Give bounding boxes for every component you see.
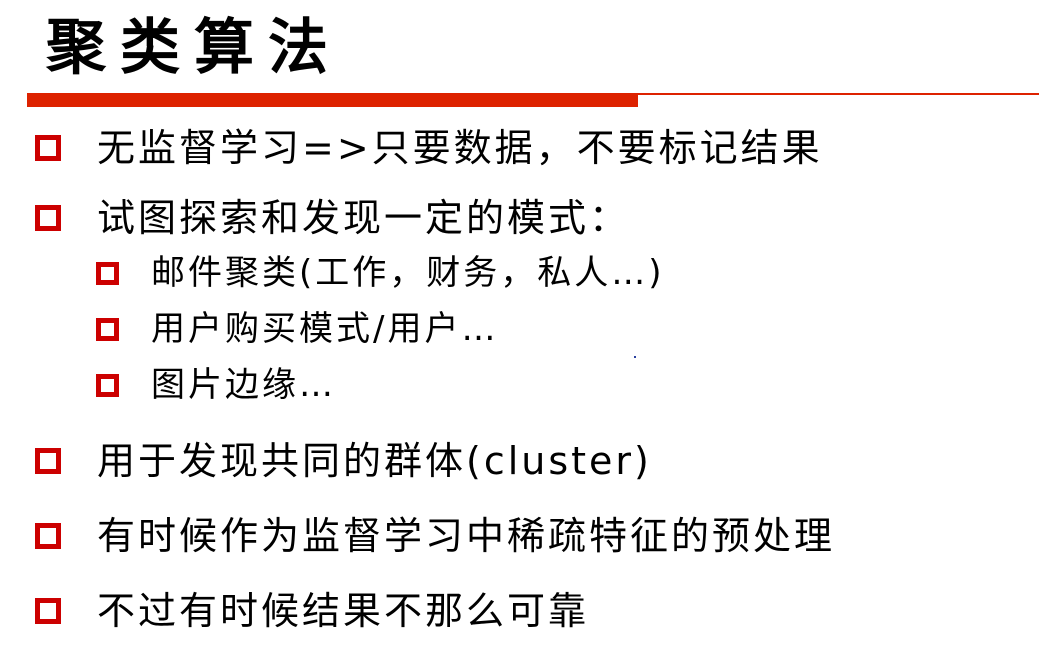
sub-bullet-purchase-patterns: 用户购买模式/用户…	[96, 307, 498, 351]
sub-bullet-email-clustering: 邮件聚类(工作，财务，私人…)	[96, 251, 665, 295]
square-bullet-icon	[96, 261, 119, 285]
slide-title: 聚类算法	[46, 13, 342, 83]
sub-bullet-text: 用户购买模式/用户…	[151, 309, 499, 349]
bullet-text: 不过有时候结果不那么可靠	[97, 589, 590, 633]
bullet-text: 无监督学习=>只要数据，不要标记结果	[97, 126, 823, 170]
square-bullet-icon	[35, 135, 61, 161]
bullet-unreliable: 不过有时候结果不那么可靠	[35, 587, 589, 635]
bullet-unsupervised: 无监督学习=>只要数据，不要标记结果	[35, 124, 823, 172]
square-bullet-icon	[96, 317, 119, 341]
square-bullet-icon	[96, 373, 119, 397]
square-bullet-icon	[35, 448, 61, 474]
title-underline-thick	[27, 93, 638, 107]
bullet-find-clusters: 用于发现共同的群体(cluster)	[35, 437, 652, 485]
bullet-text: 有时候作为监督学习中稀疏特征的预处理	[97, 514, 836, 558]
sub-bullet-text: 邮件聚类(工作，财务，私人…)	[151, 253, 665, 293]
bullet-text: 用于发现共同的群体(cluster)	[97, 439, 652, 483]
square-bullet-icon	[35, 205, 61, 231]
stray-dot	[634, 356, 636, 358]
sub-bullet-image-edges: 图片边缘…	[96, 363, 336, 407]
square-bullet-icon	[35, 523, 61, 549]
square-bullet-icon	[35, 598, 61, 624]
bullet-preprocessing: 有时候作为监督学习中稀疏特征的预处理	[35, 512, 835, 560]
sub-bullet-text: 图片边缘…	[151, 365, 336, 405]
bullet-explore-patterns: 试图探索和发现一定的模式：	[35, 194, 630, 242]
bullet-text: 试图探索和发现一定的模式：	[97, 196, 631, 240]
